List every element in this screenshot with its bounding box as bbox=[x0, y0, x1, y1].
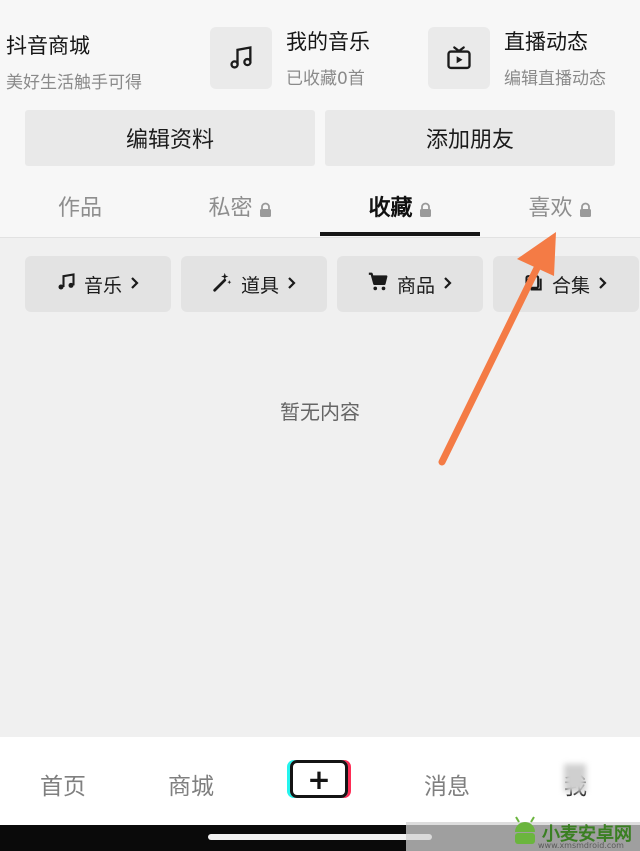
android-logo-icon bbox=[515, 816, 535, 844]
tab-favorites[interactable]: 收藏 bbox=[320, 190, 480, 222]
tab-label: 作品 bbox=[57, 196, 102, 221]
empty-state-text: 暂无内容 bbox=[280, 400, 360, 424]
chevron-right-icon bbox=[443, 273, 453, 295]
tab-likes[interactable]: 喜欢 bbox=[480, 190, 640, 222]
filter-props-button[interactable]: 道具 bbox=[181, 256, 327, 312]
lock-icon bbox=[419, 199, 432, 217]
tab-works[interactable]: 作品 bbox=[0, 190, 160, 222]
tab-divider bbox=[0, 237, 640, 238]
nav-messages[interactable]: 消息 bbox=[424, 767, 470, 801]
tv-icon bbox=[428, 26, 490, 89]
filter-label: 道具 bbox=[240, 274, 279, 297]
nav-home[interactable]: 首页 bbox=[40, 767, 86, 801]
shop-entry[interactable]: 抖音商城 美好生活触手可得 bbox=[6, 30, 142, 93]
edit-profile-button[interactable]: 编辑资料 bbox=[25, 110, 315, 166]
music-note-icon bbox=[56, 272, 76, 297]
music-note-icon bbox=[210, 26, 272, 89]
tab-label: 私密 bbox=[208, 196, 253, 221]
add-friends-button[interactable]: 添加朋友 bbox=[325, 110, 615, 166]
tab-label: 喜欢 bbox=[528, 196, 573, 221]
home-indicator[interactable] bbox=[208, 834, 432, 840]
filter-label: 商品 bbox=[396, 274, 435, 297]
live-feed-entry[interactable]: 直播动态 编辑直播动态 bbox=[428, 26, 606, 89]
filter-music-button[interactable]: 音乐 bbox=[25, 256, 171, 312]
shop-title: 抖音商城 bbox=[6, 34, 90, 58]
tab-private[interactable]: 私密 bbox=[160, 190, 320, 222]
chevron-right-icon bbox=[287, 273, 297, 295]
watermark-url: www.xmsmdroid.com bbox=[538, 841, 624, 850]
create-button[interactable]: + bbox=[290, 760, 348, 798]
my-music-title: 我的音乐 bbox=[286, 30, 370, 54]
profile-header: 抖音商城 美好生活触手可得 我的音乐 已收藏0首 直播动态 编辑直播动态 编辑资… bbox=[0, 0, 640, 237]
chevron-right-icon bbox=[598, 273, 608, 295]
filter-products-button[interactable]: 商品 bbox=[337, 256, 483, 312]
collection-icon bbox=[524, 272, 544, 297]
cart-icon bbox=[367, 271, 389, 298]
active-tab-indicator bbox=[320, 232, 480, 236]
nav-mall[interactable]: 商城 bbox=[168, 767, 214, 801]
filter-collections-button[interactable]: 合集 bbox=[493, 256, 639, 312]
filter-label: 音乐 bbox=[83, 274, 122, 297]
my-music-subtitle: 已收藏0首 bbox=[286, 69, 365, 89]
my-music-entry[interactable]: 我的音乐 已收藏0首 bbox=[210, 26, 370, 89]
shop-subtitle: 美好生活触手可得 bbox=[6, 73, 142, 93]
tab-label: 收藏 bbox=[368, 196, 413, 221]
watermark: 小麦安卓网 www.xmsmdroid.com bbox=[406, 808, 640, 851]
nav-me-blur bbox=[564, 764, 586, 792]
magic-wand-icon bbox=[211, 271, 233, 298]
lock-icon bbox=[259, 199, 272, 217]
lock-icon bbox=[579, 199, 592, 217]
chevron-right-icon bbox=[130, 273, 140, 295]
live-feed-title: 直播动态 bbox=[504, 30, 588, 54]
filter-label: 合集 bbox=[551, 274, 590, 297]
live-feed-subtitle: 编辑直播动态 bbox=[504, 69, 606, 89]
